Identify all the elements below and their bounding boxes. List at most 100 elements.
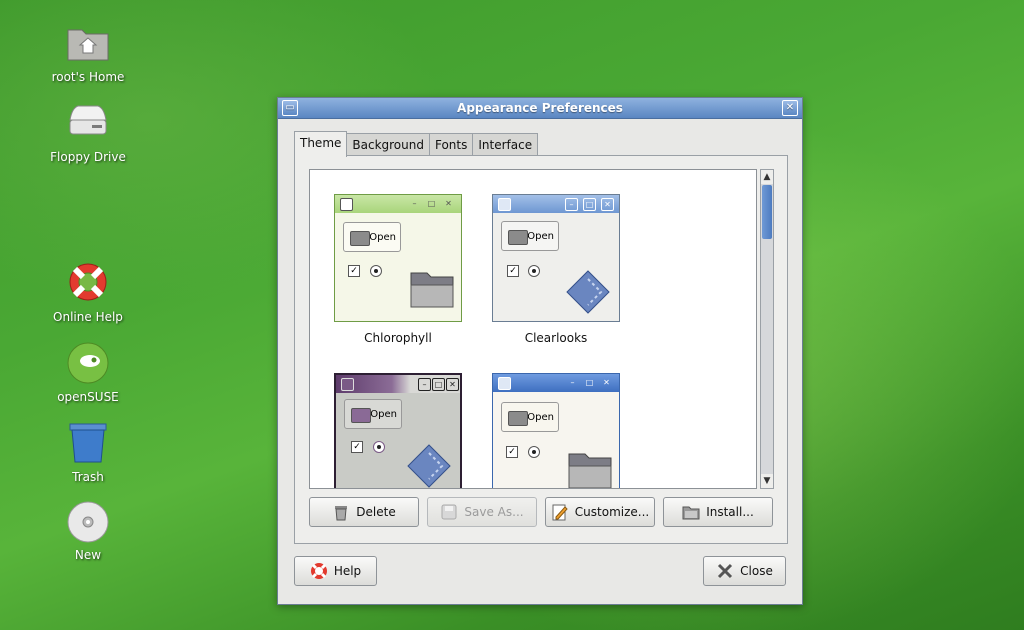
- save-as-button[interactable]: Save As...: [427, 497, 537, 527]
- folder-icon: [350, 231, 370, 246]
- thumbnail-checkbox: ✓: [506, 446, 518, 458]
- window-menu-icon[interactable]: ▭: [282, 100, 298, 116]
- help-label: Help: [333, 564, 362, 578]
- desktop-icon-online-help[interactable]: Online Help: [38, 262, 138, 324]
- lifebuoy-icon: [66, 262, 110, 306]
- thumbnail-checkbox: ✓: [507, 265, 519, 277]
- desktop-icon-trash[interactable]: Trash: [38, 422, 138, 484]
- thumbnail-open-label: Open: [527, 412, 554, 423]
- tab-background[interactable]: Background: [346, 133, 430, 156]
- floppy-drive-icon: [66, 102, 110, 146]
- folder-icon: [351, 408, 371, 423]
- window-titlebar[interactable]: ▭ Appearance Preferences ✕: [278, 98, 802, 119]
- thumbnail-maximize-icon: □: [427, 199, 436, 208]
- theme-item-4[interactable]: – □ ✕ Open ✓: [492, 373, 620, 488]
- thumbnail-window-icon: [341, 378, 354, 391]
- desktop-icon-label: Floppy Drive: [50, 150, 126, 164]
- edit-document-icon: [551, 503, 569, 521]
- window-close-icon[interactable]: ✕: [782, 100, 798, 116]
- save-as-label: Save As...: [464, 505, 524, 519]
- customize-label: Customize...: [574, 505, 650, 519]
- diamond-icon: [407, 444, 451, 488]
- tab-fonts[interactable]: Fonts: [428, 133, 474, 156]
- tab-bar: Theme Background Fonts Interface: [294, 131, 539, 157]
- theme-list[interactable]: – □ ✕ Open ✓ Chlorophyll – □ ✕ Open ✓ Cl…: [309, 169, 757, 489]
- desktop-icon-label: New: [74, 548, 102, 562]
- thumbnail-minimize-icon: –: [570, 378, 575, 387]
- thumbnail-maximize-icon: □: [585, 378, 594, 387]
- thumbnail-titlebar: – □ ✕: [336, 375, 460, 393]
- close-label: Close: [740, 564, 773, 578]
- thumbnail-titlebar: – □ ✕: [493, 195, 619, 213]
- thumbnail-radio: [528, 446, 540, 458]
- thumbnail-titlebar: – □ ✕: [493, 374, 619, 392]
- thumbnail-checkbox: ✓: [348, 265, 360, 277]
- install-label: Install...: [706, 505, 754, 519]
- scroll-up-icon[interactable]: ▲: [761, 170, 773, 184]
- save-icon: [440, 503, 458, 521]
- cd-icon: [66, 500, 110, 544]
- thumbnail-open-label: Open: [527, 231, 554, 242]
- scrollbar-thumb[interactable]: [762, 185, 772, 239]
- folder-icon: [508, 230, 528, 245]
- theme-item-clearlooks[interactable]: – □ ✕ Open ✓ Clearlooks: [492, 194, 620, 345]
- folder-icon: [410, 272, 454, 308]
- thumbnail-close-icon: ✕: [446, 378, 459, 391]
- appearance-preferences-window: ▭ Appearance Preferences ✕ Theme Backgro…: [277, 97, 803, 605]
- tab-theme[interactable]: Theme: [294, 131, 348, 157]
- thumbnail-window-icon: [498, 377, 511, 390]
- theme-item-chlorophyll[interactable]: – □ ✕ Open ✓ Chlorophyll: [334, 194, 462, 345]
- thumbnail-checkbox: ✓: [351, 441, 363, 453]
- thumbnail-open-label: Open: [370, 409, 397, 420]
- diamond-icon: [566, 270, 610, 314]
- desktop-icon-label: root's Home: [51, 70, 125, 84]
- thumbnail-radio: [528, 265, 540, 277]
- thumbnail-minimize-icon: –: [565, 198, 578, 211]
- thumbnail-close-icon: ✕: [601, 198, 614, 211]
- customize-button[interactable]: Customize...: [545, 497, 655, 527]
- theme-name: Chlorophyll: [364, 331, 432, 345]
- thumbnail-minimize-icon: –: [412, 199, 417, 208]
- desktop-icon-floppy[interactable]: Floppy Drive: [38, 102, 138, 164]
- theme-tab-panel: – □ ✕ Open ✓ Chlorophyll – □ ✕ Open ✓ Cl…: [294, 155, 788, 544]
- help-button[interactable]: Help: [294, 556, 377, 586]
- package-icon: [682, 503, 700, 521]
- install-button[interactable]: Install...: [663, 497, 773, 527]
- theme-item-3[interactable]: – □ ✕ Open ✓: [334, 373, 462, 488]
- thumbnail-window-icon: [340, 198, 353, 211]
- home-folder-icon: [66, 22, 110, 66]
- desktop-icon-label: openSUSE: [57, 390, 119, 404]
- opensuse-logo-icon: [66, 342, 110, 386]
- folder-icon: [568, 453, 612, 488]
- close-button[interactable]: Close: [703, 556, 786, 586]
- lifebuoy-icon: [310, 562, 328, 580]
- desktop-icon-label: Trash: [72, 470, 104, 484]
- delete-button[interactable]: Delete: [309, 497, 419, 527]
- trash-icon: [66, 422, 110, 466]
- thumbnail-maximize-icon: □: [432, 378, 445, 391]
- desktop-icon-new[interactable]: New: [38, 500, 138, 562]
- theme-thumbnail: – □ ✕ Open ✓: [334, 373, 462, 488]
- thumbnail-maximize-icon: □: [583, 198, 596, 211]
- thumbnail-open-button: Open: [501, 221, 559, 251]
- scroll-down-icon[interactable]: ▼: [761, 474, 773, 488]
- thumbnail-radio: [373, 441, 385, 453]
- thumbnail-open-button: Open: [501, 402, 559, 432]
- theme-thumbnail: – □ ✕ Open ✓: [492, 194, 620, 322]
- close-icon: [716, 562, 734, 580]
- trash-icon: [332, 503, 350, 521]
- thumbnail-radio: [370, 265, 382, 277]
- desktop-icon-home[interactable]: root's Home: [38, 22, 138, 84]
- theme-thumbnail: – □ ✕ Open ✓: [334, 194, 462, 322]
- delete-label: Delete: [356, 505, 396, 519]
- theme-list-scrollbar[interactable]: ▲ ▼: [760, 169, 774, 489]
- desktop-icon-label: Online Help: [53, 310, 123, 324]
- theme-thumbnail: – □ ✕ Open ✓: [492, 373, 620, 488]
- folder-icon: [508, 411, 528, 426]
- desktop-icon-opensuse[interactable]: openSUSE: [38, 342, 138, 404]
- thumbnail-open-button: Open: [344, 399, 402, 429]
- tab-interface[interactable]: Interface: [472, 133, 539, 156]
- thumbnail-minimize-icon: –: [418, 378, 431, 391]
- thumbnail-close-icon: ✕: [445, 199, 452, 208]
- thumbnail-close-icon: ✕: [603, 378, 610, 387]
